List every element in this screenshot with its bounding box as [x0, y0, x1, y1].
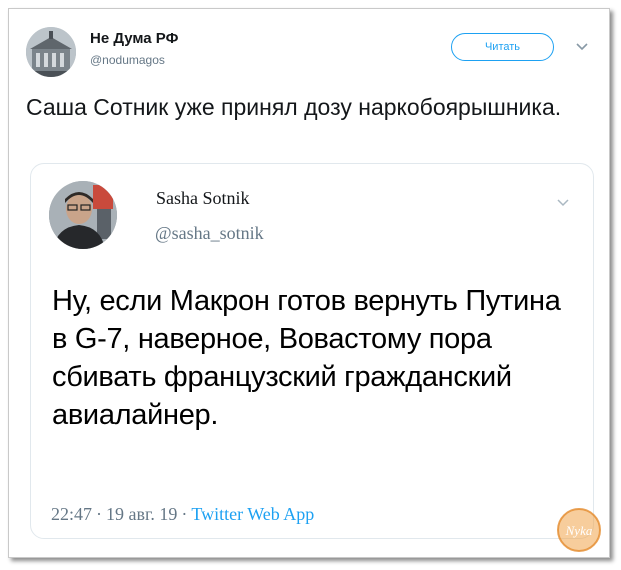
- watermark-logo-icon: Nyka: [554, 505, 604, 555]
- watermark-text: Nyka: [565, 523, 593, 538]
- quoted-author-handle[interactable]: @sasha_sotnik: [155, 223, 264, 244]
- tweet-date[interactable]: 19 авг. 19: [106, 504, 177, 524]
- separator: ·: [96, 504, 103, 524]
- separator: ·: [181, 504, 188, 524]
- follow-button[interactable]: Читать: [451, 33, 554, 61]
- tweet-source-link[interactable]: Twitter Web App: [191, 504, 314, 524]
- tweet-time[interactable]: 22:47: [51, 504, 92, 524]
- author-handle[interactable]: @nodumagos: [90, 53, 165, 67]
- tweet-metadata: 22:47 · 19 авг. 19 · Twitter Web App: [51, 504, 314, 525]
- tweet-text: Саша Сотник уже принял дозу наркобоярышн…: [26, 94, 562, 120]
- chevron-down-icon[interactable]: [574, 40, 590, 52]
- quoted-author-avatar[interactable]: [49, 181, 117, 249]
- chevron-down-icon[interactable]: [555, 196, 571, 208]
- author-name[interactable]: Не Дума РФ: [90, 30, 178, 47]
- building-photo-icon: [26, 27, 76, 77]
- author-avatar[interactable]: [26, 27, 76, 77]
- person-photo-icon: [49, 181, 117, 249]
- quoted-author-name[interactable]: Sasha Sotnik: [156, 188, 250, 209]
- quoted-tweet-card[interactable]: Sasha Sotnik @sasha_sotnik Ну, если Макр…: [30, 163, 594, 539]
- quoted-tweet-text: Ну, если Макрон готов вернуть Путина в G…: [52, 285, 561, 431]
